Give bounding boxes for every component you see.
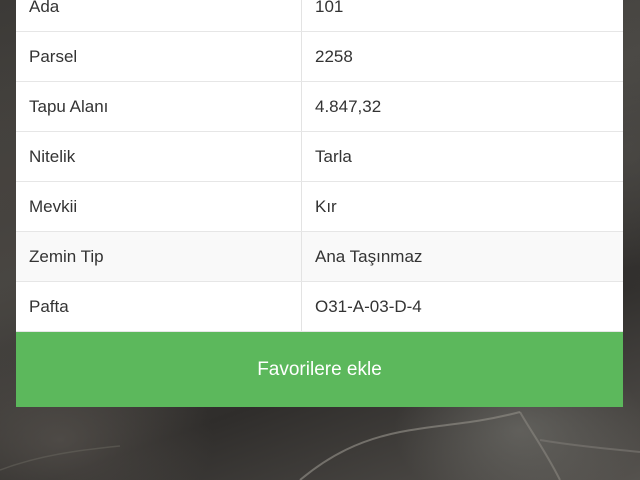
row-value: Kır [315, 196, 337, 216]
table-row-pafta: Pafta O31-A-03-D-4 [16, 282, 623, 332]
row-value: Tarla [315, 146, 352, 166]
add-to-favorites-button[interactable]: Favorilere ekle [16, 332, 623, 407]
table-row-nitelik: Nitelik Tarla [16, 132, 623, 182]
row-label: Zemin Tip [16, 232, 302, 281]
row-label: Mevkii [16, 182, 302, 231]
parcel-info-table: Ada 101 Parsel 2258 Tapu Alanı 4.847,32 … [16, 0, 623, 332]
row-label: Pafta [16, 282, 302, 331]
row-value: O31-A-03-D-4 [315, 296, 422, 316]
table-row-ada: Ada 101 [16, 0, 623, 32]
row-label: Tapu Alanı [16, 82, 302, 131]
table-row-tapu-alani: Tapu Alanı 4.847,32 [16, 82, 623, 132]
row-value: 4.847,32 [315, 96, 382, 116]
row-label: Nitelik [16, 132, 302, 181]
row-value: 101 [315, 0, 344, 16]
row-label: Ada [16, 0, 302, 31]
table-row-mevkii: Mevkii Kır [16, 182, 623, 232]
row-value: 2258 [315, 46, 353, 66]
table-row-parsel: Parsel 2258 [16, 32, 623, 82]
map-background[interactable]: Ada 101 Parsel 2258 Tapu Alanı 4.847,32 … [0, 0, 640, 480]
table-row-zemin-tip: Zemin Tip Ana Taşınmaz [16, 232, 623, 282]
row-label: Parsel [16, 32, 302, 81]
row-value: Ana Taşınmaz [315, 246, 423, 266]
parcel-info-panel: Ada 101 Parsel 2258 Tapu Alanı 4.847,32 … [16, 0, 623, 407]
